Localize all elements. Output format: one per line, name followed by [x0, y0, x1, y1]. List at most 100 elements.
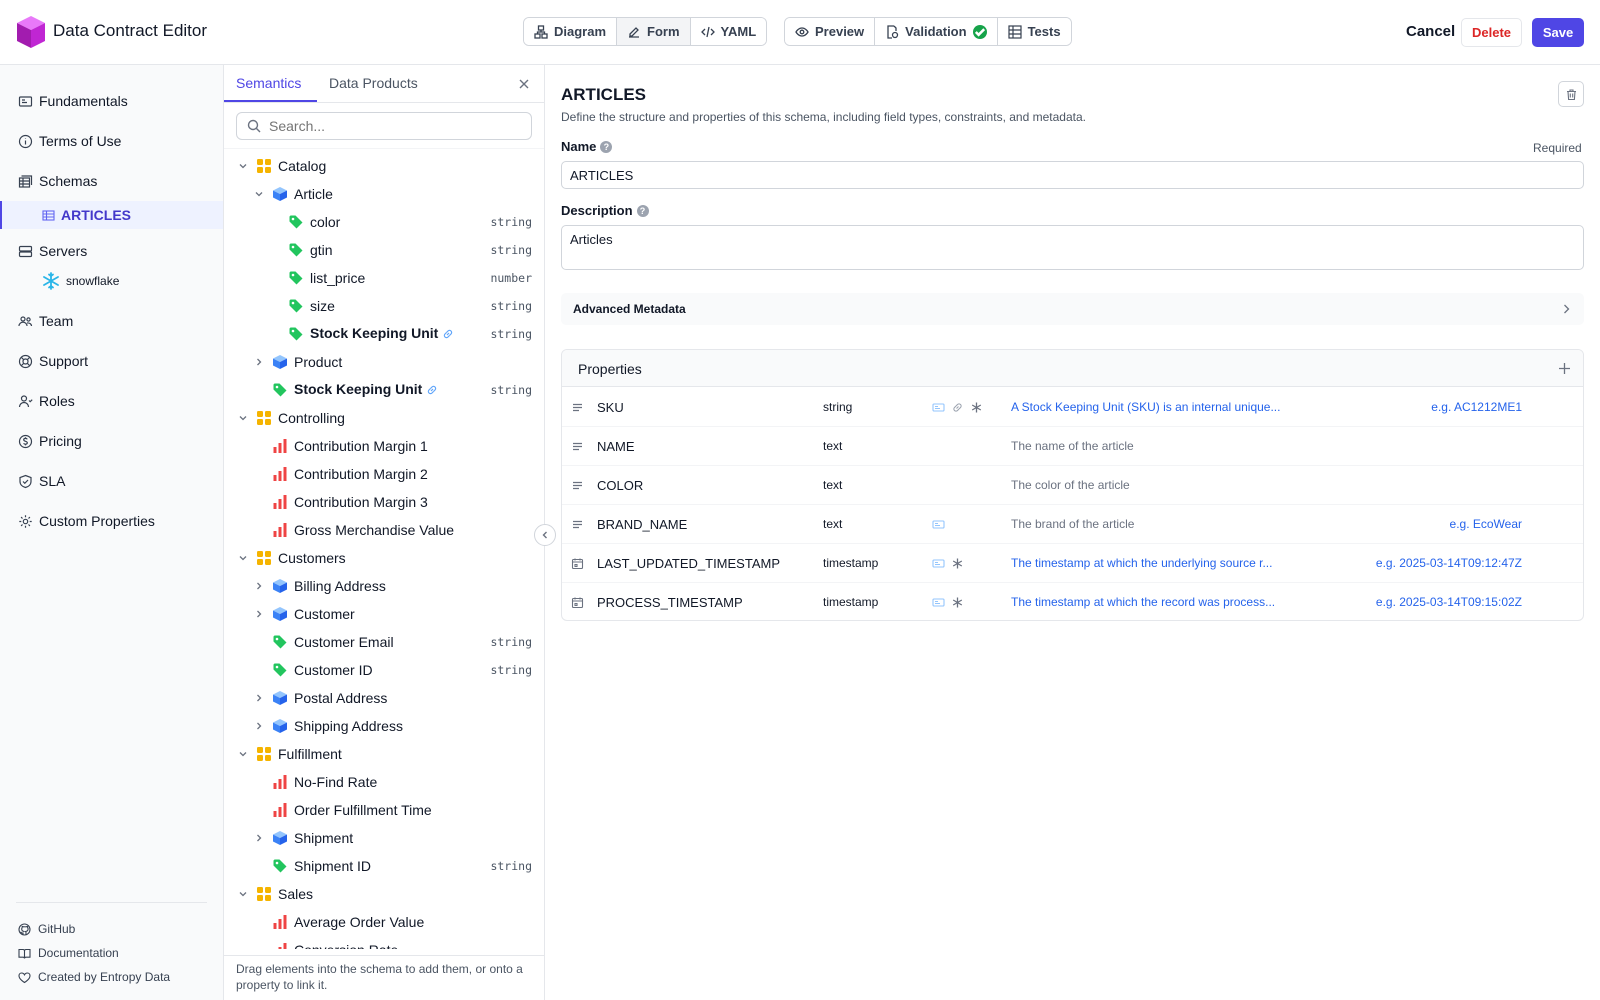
nav-custom-properties[interactable]: Custom Properties — [18, 513, 155, 529]
tree-node-metric[interactable]: Gross Merchandise Value — [224, 516, 544, 544]
nav-sla[interactable]: SLA — [18, 473, 65, 489]
form-button[interactable]: Form — [617, 18, 691, 45]
property-row[interactable]: BRAND_NAME text The brand of the article e.… — [562, 505, 1583, 544]
nav-fundamentals[interactable]: Fundamentals — [18, 93, 128, 109]
tab-data-products[interactable]: Data Products — [329, 75, 418, 91]
diagram-button[interactable]: Diagram — [524, 18, 618, 45]
tree-node-entity[interactable]: Customer — [224, 600, 544, 628]
chevron-down-icon[interactable] — [238, 553, 248, 563]
nav-fundamentals-label: Fundamentals — [39, 93, 128, 109]
tree-node-metric[interactable]: Conversion Rate — [224, 936, 544, 949]
property-flags — [932, 596, 964, 609]
chevron-right-icon[interactable] — [254, 609, 264, 619]
tree-node-metric[interactable]: Contribution Margin 2 — [224, 460, 544, 488]
chevron-down-icon[interactable] — [238, 889, 248, 899]
calendar-icon[interactable] — [571, 557, 584, 570]
plus-icon[interactable] — [1558, 362, 1571, 375]
tree-node-attribute[interactable]: Customer ID string — [224, 656, 544, 684]
nav-schemas[interactable]: Schemas — [18, 173, 97, 189]
nav-support[interactable]: Support — [18, 353, 88, 369]
created-by-link[interactable]: Created by Entropy Data — [18, 970, 170, 984]
chevron-right-icon[interactable] — [254, 357, 264, 367]
tree-node-entity[interactable]: Billing Address — [224, 572, 544, 600]
chevron-right-icon[interactable] — [254, 833, 264, 843]
eye-icon — [795, 26, 809, 37]
validation-button[interactable]: Validation — [875, 18, 998, 45]
nav-server-snowflake[interactable]: snowflake — [42, 272, 119, 290]
property-row[interactable]: NAME text The name of the article — [562, 427, 1583, 466]
tree-node-attribute[interactable]: Shipment ID string — [224, 852, 544, 880]
tree-node-domain[interactable]: Catalog — [224, 152, 544, 180]
tree-node-attribute[interactable]: Customer Email string — [224, 628, 544, 656]
text-lines-icon[interactable] — [571, 479, 584, 492]
tree-node-domain[interactable]: Sales — [224, 880, 544, 908]
tree-node-entity[interactable]: Article — [224, 180, 544, 208]
tree-node-entity[interactable]: Product — [224, 348, 544, 376]
help-icon[interactable]: ? — [636, 204, 649, 217]
chevron-down-icon[interactable] — [238, 161, 248, 171]
tree-node-metric[interactable]: No-Find Rate — [224, 768, 544, 796]
tree-node-domain[interactable]: Customers — [224, 544, 544, 572]
nav-schemas-label: Schemas — [39, 173, 98, 189]
nav-schema-articles[interactable]: ARTICLES — [0, 201, 223, 229]
chevron-right-icon[interactable] — [254, 693, 264, 703]
property-flags — [932, 557, 964, 570]
property-row[interactable]: LAST_UPDATED_TIMESTAMP timestamp The times… — [562, 544, 1583, 583]
tests-button[interactable]: Tests — [997, 18, 1071, 45]
tree-node-entity[interactable]: Postal Address — [224, 684, 544, 712]
tools-group: Preview Validation Tests — [784, 17, 1072, 46]
tree-node-attribute[interactable]: color string — [224, 208, 544, 236]
save-button[interactable]: Save — [1532, 18, 1584, 47]
id-card-icon — [932, 518, 945, 531]
text-lines-icon[interactable] — [571, 401, 584, 414]
tree-node-entity[interactable]: Shipment — [224, 824, 544, 852]
cancel-button[interactable]: Cancel — [1406, 23, 1455, 40]
help-icon[interactable]: ? — [600, 140, 613, 153]
tree-node-attribute[interactable]: size string — [224, 292, 544, 320]
tree-node-metric[interactable]: Order Fulfillment Time — [224, 796, 544, 824]
schema-description-input[interactable]: Articles — [561, 225, 1584, 270]
tree-node-attribute[interactable]: list_price number — [224, 264, 544, 292]
collapse-panel-button[interactable] — [534, 524, 556, 546]
chevron-down-icon[interactable] — [254, 189, 264, 199]
tree-node-attribute[interactable]: Stock Keeping Unit string — [224, 376, 544, 404]
tree-node-attribute[interactable]: Stock Keeping Unit string — [224, 320, 544, 348]
tab-semantics[interactable]: Semantics — [236, 75, 301, 91]
schema-name-input[interactable] — [561, 161, 1584, 189]
tree-node-metric[interactable]: Contribution Margin 1 — [224, 432, 544, 460]
advanced-metadata-toggle[interactable]: Advanced Metadata — [561, 293, 1584, 325]
property-row[interactable]: COLOR text The color of the article — [562, 466, 1583, 505]
nav-servers[interactable]: Servers — [18, 243, 87, 259]
semantics-search[interactable] — [236, 112, 532, 140]
tree-node-label: Contribution Margin 1 — [294, 438, 428, 454]
tree-node-entity[interactable]: Shipping Address — [224, 712, 544, 740]
chevron-down-icon[interactable] — [238, 749, 248, 759]
documentation-link[interactable]: Documentation — [18, 946, 119, 960]
chevron-right-icon[interactable] — [254, 581, 264, 591]
preview-button[interactable]: Preview — [785, 18, 876, 45]
property-row[interactable]: SKU string A Stock Keeping Unit (SKU) is a… — [562, 388, 1583, 427]
yaml-button[interactable]: YAML — [690, 18, 767, 45]
chevron-right-icon[interactable] — [254, 721, 264, 731]
nav-terms-of-use[interactable]: Terms of Use — [18, 133, 121, 149]
github-link[interactable]: GitHub — [18, 922, 75, 936]
nav-roles[interactable]: Roles — [18, 393, 75, 409]
text-lines-icon[interactable] — [571, 440, 584, 453]
close-icon[interactable] — [517, 77, 531, 91]
delete-button[interactable]: Delete — [1461, 18, 1523, 47]
tree-node-attribute[interactable]: gtin string — [224, 236, 544, 264]
domain-grid-icon — [256, 550, 272, 566]
nav-pricing[interactable]: Pricing — [18, 433, 82, 449]
text-lines-icon[interactable] — [571, 518, 584, 531]
tree-node-metric[interactable]: Contribution Margin 3 — [224, 488, 544, 516]
search-input[interactable] — [269, 118, 509, 134]
tree-node-metric[interactable]: Average Order Value — [224, 908, 544, 936]
calendar-icon[interactable] — [571, 596, 584, 609]
nav-team[interactable]: Team — [18, 313, 73, 329]
tree-node-domain[interactable]: Fulfillment — [224, 740, 544, 768]
chevron-down-icon[interactable] — [238, 413, 248, 423]
server-icon — [18, 245, 33, 257]
delete-schema-button[interactable] — [1558, 81, 1584, 107]
tree-node-domain[interactable]: Controlling — [224, 404, 544, 432]
property-row[interactable]: PROCESS_TIMESTAMP timestamp The timestamp … — [562, 583, 1583, 620]
